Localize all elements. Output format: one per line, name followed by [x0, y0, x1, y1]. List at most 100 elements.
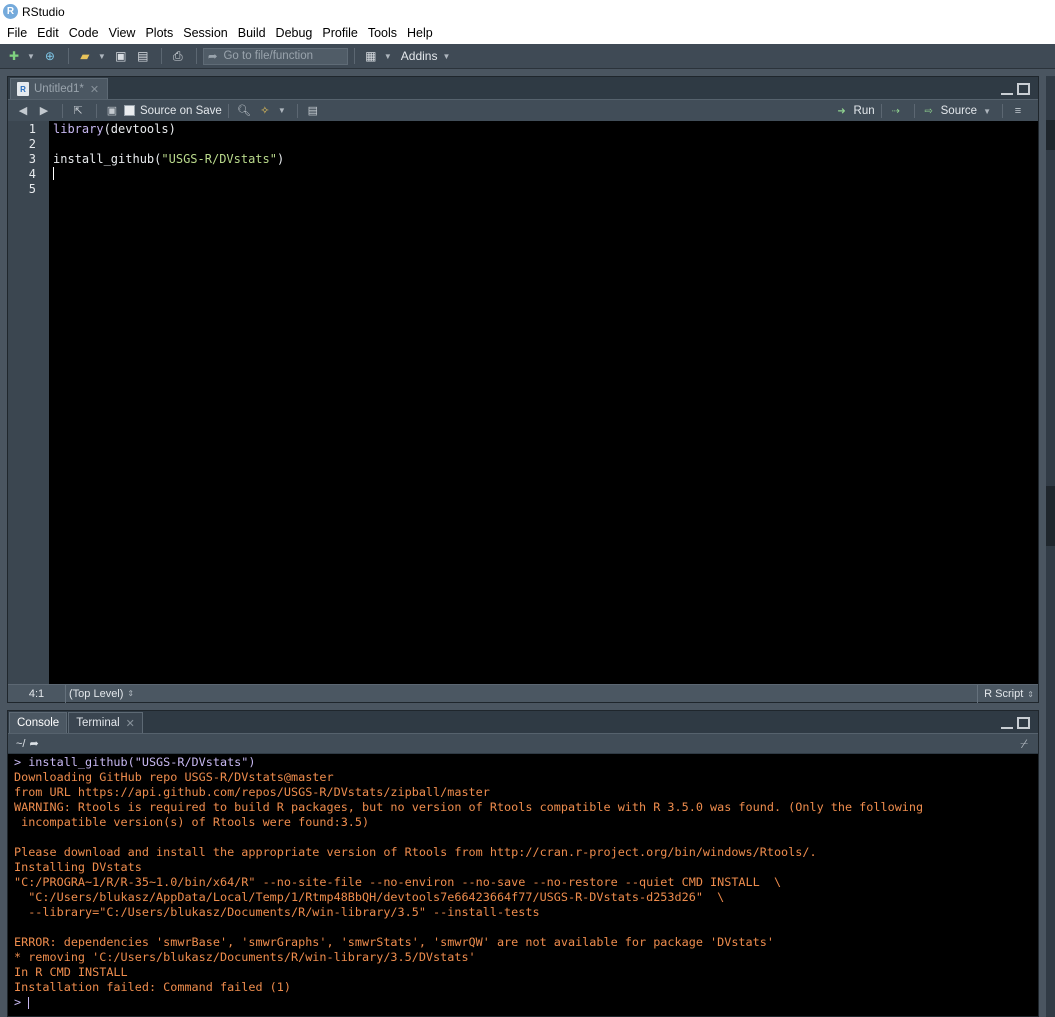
tab-label: Untitled1* — [34, 83, 84, 95]
toolbar-divider — [353, 48, 355, 64]
compile-report-icon[interactable]: ▤ — [304, 103, 322, 119]
menu-session[interactable]: Session — [178, 23, 232, 44]
text-cursor — [53, 167, 54, 180]
save-icon[interactable]: ▣ — [111, 47, 131, 65]
toolbar-divider — [160, 48, 162, 64]
source-toolbar-right: ➜ Run ⇢ ⇨ Source ▼ ≡ — [834, 100, 1030, 122]
go-to-file-input[interactable]: ➦ Go to file/function — [202, 47, 348, 65]
menu-debug[interactable]: Debug — [271, 23, 318, 44]
minimize-icon[interactable] — [1001, 717, 1013, 729]
console-working-dir: ~/ ➦ ⌿ — [8, 733, 1038, 753]
tab-console[interactable]: Console — [9, 712, 68, 733]
console-cursor — [28, 996, 30, 1009]
maximize-icon[interactable] — [1017, 83, 1030, 95]
toolbar-divider — [296, 103, 298, 118]
editor-status-bar: 4:1 (Top Level) ⇕ R Script ⇕ — [8, 684, 1038, 703]
console-output-line: "C:/Users/blukasz/AppData/Local/Temp/1/R… — [14, 890, 725, 904]
line-number: 4 — [28, 167, 36, 181]
tab-label: Terminal — [76, 717, 120, 729]
menu-file[interactable]: File — [2, 23, 32, 44]
back-arrow-icon[interactable]: ◀ — [14, 103, 32, 119]
menu-code[interactable]: Code — [64, 23, 104, 44]
menu-profile[interactable]: Profile — [317, 23, 362, 44]
menu-tools[interactable]: Tools — [363, 23, 402, 44]
console-output[interactable]: > install_github("USGS-R/DVstats") Downlo… — [8, 754, 1038, 1016]
menu-edit[interactable]: Edit — [32, 23, 64, 44]
search-icon[interactable]: 🔍︎ — [235, 103, 253, 119]
toolbar-divider — [227, 103, 229, 118]
close-icon[interactable]: ✕ — [90, 83, 99, 96]
working-dir-path: ~/ — [16, 737, 26, 750]
new-project-icon[interactable]: ⊕ — [40, 47, 60, 65]
rerun-icon[interactable]: ⇢ — [888, 105, 904, 117]
menu-bar: File Edit Code View Plots Session Build … — [0, 23, 1055, 44]
menu-build[interactable]: Build — [233, 23, 271, 44]
code-function-name: install_github — [53, 152, 155, 166]
menu-view[interactable]: View — [104, 23, 141, 44]
source-button[interactable]: Source — [941, 105, 977, 117]
code-line-3: install_github("USGS-R/DVstats") — [53, 152, 284, 167]
minimize-icon[interactable] — [1001, 83, 1013, 95]
source-icon[interactable]: ⇨ — [921, 105, 937, 117]
addins-button[interactable]: Addins — [401, 49, 438, 63]
window-title: RStudio — [22, 4, 65, 19]
title-bar: R RStudio — [0, 0, 1055, 23]
forward-arrow-icon[interactable]: ▶ — [35, 103, 53, 119]
run-icon[interactable]: ➜ — [834, 105, 850, 117]
code-editor[interactable]: 1 2 3 4 5 library(devtools) install_gith… — [8, 121, 1038, 685]
toolbar-divider — [1002, 104, 1003, 118]
toolbar-divider — [67, 48, 69, 64]
go-to-dir-arrow-icon[interactable]: ➦ — [29, 737, 38, 750]
toolbar-divider — [96, 103, 97, 118]
console-output-line: --library="C:/Users/blukasz/Documents/R/… — [14, 905, 540, 919]
show-in-window-icon[interactable]: ⇱ — [69, 103, 87, 119]
magic-wand-icon[interactable]: ✧ — [256, 103, 274, 119]
print-icon[interactable]: ⎙ — [168, 47, 188, 65]
pane-edge-strip — [1046, 486, 1055, 546]
new-file-icon[interactable]: ✚ — [4, 47, 24, 65]
console-output-line: Downloading GitHub repo USGS-R/DVstats@m… — [14, 770, 334, 784]
chevron-down-icon[interactable]: ▼ — [983, 107, 991, 116]
chevron-down-icon[interactable]: ▼ — [98, 52, 106, 61]
code-line-1: library(devtools) — [53, 122, 176, 137]
cursor-position: 4:1 — [8, 684, 66, 703]
console-pane-controls — [1001, 717, 1030, 729]
open-file-icon[interactable]: ▰ — [75, 47, 95, 65]
file-type-label: R Script — [984, 688, 1024, 700]
right-pane-edge — [1046, 76, 1055, 1017]
go-to-file-placeholder: Go to file/function — [223, 50, 313, 62]
chevron-down-icon[interactable]: ▼ — [442, 52, 450, 61]
up-down-arrows-icon: ⇕ — [1027, 690, 1034, 699]
chevron-down-icon[interactable]: ▼ — [27, 52, 35, 61]
document-outline-icon[interactable]: ≡ — [1009, 103, 1027, 119]
chevron-down-icon[interactable]: ▼ — [384, 52, 392, 61]
file-type-selector[interactable]: R Script ⇕ — [977, 685, 1038, 703]
console-output-line: Installation failed: Command failed (1) — [14, 980, 291, 994]
workspace-panes-icon[interactable]: ▦ — [361, 47, 381, 65]
save-icon[interactable]: ▣ — [103, 103, 121, 119]
console-output-line: WARNING: Rtools is required to build R p… — [14, 800, 924, 814]
console-output-line: In R CMD INSTALL — [14, 965, 128, 979]
source-pane: R Untitled1* ✕ ◀ ▶ ⇱ ▣ Source on Save 🔍︎… — [7, 76, 1039, 703]
close-icon[interactable]: ✕ — [126, 717, 135, 730]
line-number-gutter: 1 2 3 4 5 — [8, 121, 49, 685]
r-file-icon: R — [17, 82, 29, 96]
tab-untitled1[interactable]: R Untitled1* ✕ — [10, 78, 109, 99]
clear-console-broom-icon[interactable]: ⌿ — [1020, 736, 1028, 752]
run-button[interactable]: Run — [854, 105, 875, 117]
save-all-icon[interactable]: ▤ — [133, 47, 153, 65]
scope-selector[interactable]: (Top Level) — [66, 688, 123, 700]
console-tab-strip: Console Terminal ✕ — [8, 711, 1038, 733]
toolbar-divider — [62, 103, 63, 118]
goto-arrow-icon: ➦ — [207, 51, 218, 63]
source-on-save-checkbox[interactable] — [124, 105, 135, 116]
up-down-arrows-icon[interactable]: ⇕ — [127, 689, 134, 698]
maximize-icon[interactable] — [1017, 717, 1030, 729]
tab-terminal[interactable]: Terminal ✕ — [68, 712, 143, 733]
pane-edge-strip — [1046, 120, 1055, 150]
menu-help[interactable]: Help — [402, 23, 438, 44]
chevron-down-icon[interactable]: ▼ — [278, 106, 286, 115]
menu-plots[interactable]: Plots — [140, 23, 178, 44]
code-function-name: library — [53, 122, 104, 136]
